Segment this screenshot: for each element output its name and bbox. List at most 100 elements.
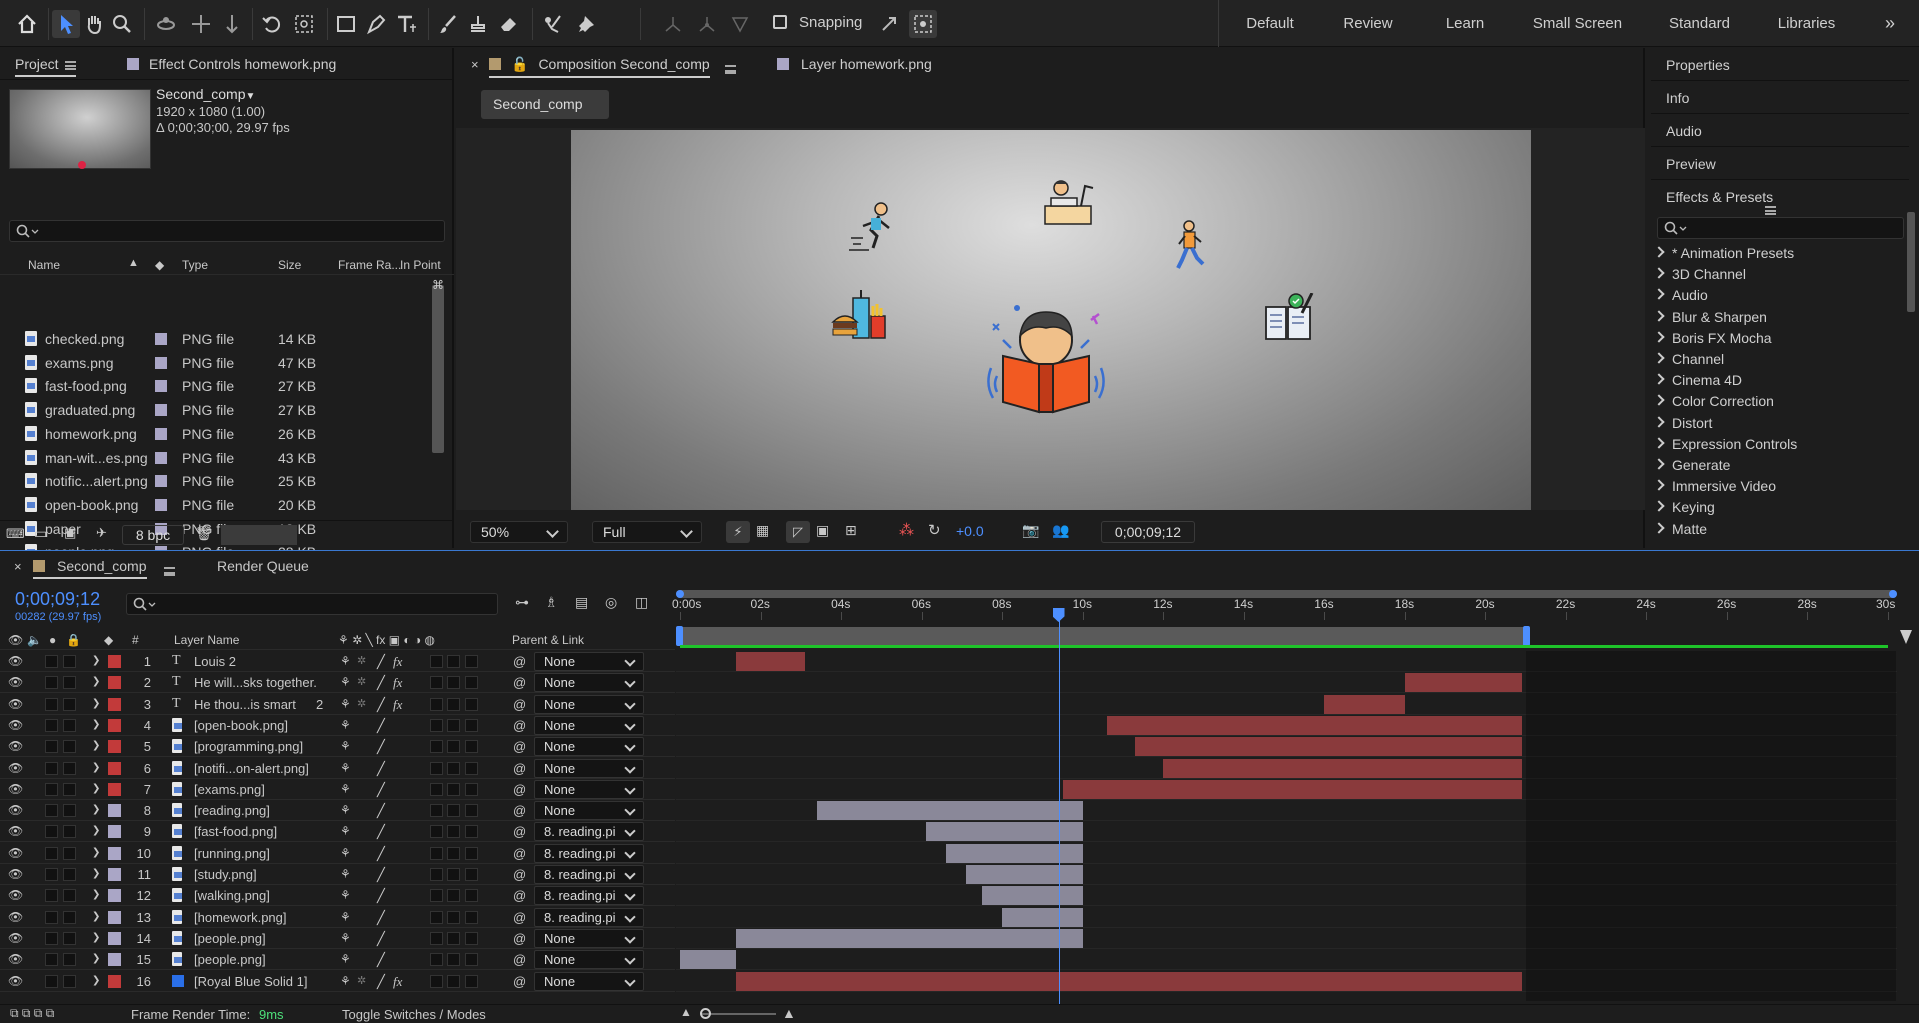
layer-duration-bar[interactable]	[736, 652, 805, 671]
solo-toggle[interactable]	[45, 953, 58, 967]
lock-toggle[interactable]	[63, 697, 76, 711]
dolly-camera-icon[interactable]	[218, 10, 246, 38]
adjustment-switch[interactable]	[447, 740, 460, 754]
adjustment-switch[interactable]	[447, 782, 460, 796]
parent-dropdown[interactable]: 8. reading.pi	[534, 843, 644, 863]
axis-world-icon[interactable]	[693, 10, 721, 38]
work-area-bar[interactable]	[680, 627, 1526, 645]
solo-toggle[interactable]	[45, 782, 58, 796]
layer-name[interactable]: [reading.png]	[194, 803, 270, 818]
tab-composition[interactable]: 🔓 Composition Second_comp	[489, 56, 710, 78]
shy-layers-icon[interactable]: ▤	[575, 594, 588, 611]
comp-breadcrumb[interactable]: Second_comp	[481, 90, 609, 119]
workspace-learn[interactable]: Learn	[1420, 0, 1510, 47]
col-in-point[interactable]: In Point	[400, 258, 441, 272]
expand-chevron-icon[interactable]: ❯	[92, 868, 100, 879]
motion-blur-switch[interactable]	[430, 676, 443, 690]
lock-toggle[interactable]	[63, 655, 76, 668]
3d-switch[interactable]	[465, 718, 478, 732]
parent-dropdown[interactable]: None	[534, 758, 644, 778]
adjustment-switch[interactable]	[447, 655, 460, 668]
zoom-in-icon[interactable]: ▲	[782, 1005, 796, 1021]
layer-label-swatch[interactable]	[108, 655, 121, 668]
shy-switch-icon[interactable]: ⚘	[340, 675, 351, 689]
3d-switch[interactable]	[465, 868, 478, 881]
adjustment-switch[interactable]	[447, 846, 460, 860]
parent-dropdown[interactable]: None	[534, 779, 644, 799]
lock-toggle[interactable]	[63, 761, 76, 775]
pick-whip-icon[interactable]: @	[513, 931, 526, 946]
layer-duration-bar[interactable]	[736, 928, 1083, 948]
color-channels-icon[interactable]: ⁂	[899, 521, 914, 539]
layer-label-swatch[interactable]	[108, 718, 121, 732]
effects-category[interactable]: Audio	[1655, 287, 1708, 303]
homework-icon[interactable]	[1264, 293, 1314, 341]
show-snapshot-icon[interactable]: 👥	[1052, 522, 1069, 539]
lock-toggle[interactable]	[63, 825, 76, 839]
expand-chevron-icon[interactable]: ❯	[92, 804, 100, 815]
snapshot-icon[interactable]: 📷	[1022, 522, 1039, 539]
video-toggle-icon[interactable]: 👁	[8, 633, 23, 647]
layer-label-swatch[interactable]	[108, 931, 121, 945]
eye-icon[interactable]: 👁	[8, 931, 23, 945]
comp-panel-menu-icon[interactable]	[725, 65, 736, 75]
orbit-camera-icon[interactable]	[152, 10, 180, 38]
solo-toggle[interactable]	[45, 910, 58, 924]
shy-switch-icon[interactable]: ⚘	[340, 739, 351, 753]
fast-food-icon[interactable]	[831, 290, 887, 342]
layer-row[interactable]: 👁 ❯ 13 [homework.png] ⚘ ╱ @ 8. reading.p…	[0, 907, 675, 928]
zoom-icon[interactable]	[108, 10, 136, 38]
3d-switch[interactable]	[465, 782, 478, 796]
layer-duration-bar[interactable]	[680, 950, 737, 970]
lock-toggle[interactable]	[63, 718, 76, 732]
layer-name[interactable]: He thou...is smart	[194, 697, 296, 712]
adjustment-switch[interactable]	[447, 761, 460, 775]
effects-category[interactable]: Cinema 4D	[1655, 372, 1742, 388]
3d-switch[interactable]	[465, 953, 478, 967]
quality-switch-icon[interactable]: ╱	[377, 803, 385, 819]
layer-label-swatch[interactable]	[108, 782, 121, 796]
lock-icon[interactable]: 🔓	[511, 56, 528, 72]
layer-name[interactable]: [exams.png]	[194, 782, 265, 797]
motion-blur-icon[interactable]: ◎	[605, 594, 617, 611]
current-timecode[interactable]: 0;00;09;12	[15, 589, 100, 610]
motion-blur-switch[interactable]	[430, 868, 443, 881]
solo-toggle[interactable]	[45, 804, 58, 818]
layer-label-swatch[interactable]	[108, 868, 121, 881]
solo-toggle[interactable]	[45, 740, 58, 754]
motion-blur-switch[interactable]	[430, 655, 443, 668]
comp-name-dropdown[interactable]: Second_comp▼	[156, 86, 255, 102]
adjustment-switch[interactable]	[447, 718, 460, 732]
3d-switch[interactable]	[465, 910, 478, 924]
solo-toggle[interactable]	[45, 868, 58, 881]
layer-duration-bar[interactable]	[1106, 715, 1522, 735]
col-parent-link[interactable]: Parent & Link	[512, 633, 584, 647]
layer-row[interactable]: 👁 ❯ 12 [walking.png] ⚘ ╱ @ 8. reading.pi	[0, 885, 675, 907]
3d-switch[interactable]	[465, 676, 478, 690]
solo-toggle[interactable]	[45, 825, 58, 839]
layer-row[interactable]: 👁 ❯ 10 [running.png] ⚘ ╱ @ 8. reading.pi	[0, 843, 675, 864]
layer-duration-bar[interactable]	[965, 865, 1083, 884]
shy-switch-icon[interactable]: ⚘	[340, 824, 351, 838]
quality-switch-icon[interactable]: ╱	[377, 675, 385, 691]
panel-menu-icon[interactable]	[64, 60, 76, 70]
effects-category[interactable]: Immersive Video	[1655, 478, 1776, 494]
shy-switch-icon[interactable]: ⚘	[340, 952, 351, 966]
layer-name[interactable]: [study.png]	[194, 867, 257, 882]
shy-switch-icon[interactable]: ⚘	[340, 782, 351, 796]
parent-dropdown[interactable]: None	[534, 928, 644, 948]
snap-feather-icon[interactable]	[875, 10, 903, 38]
snapping-checkbox[interactable]	[773, 15, 787, 29]
expand-chevron-icon[interactable]: ❯	[92, 740, 100, 751]
eye-icon[interactable]: 👁	[8, 824, 23, 838]
bit-depth-button[interactable]: 8 bpc	[122, 525, 184, 545]
quality-switch-icon[interactable]: ╱	[377, 846, 385, 862]
expand-chevron-icon[interactable]: ❯	[92, 847, 100, 858]
layer-row[interactable]: 👁 ❯ 6 [notifi...on-alert.png] ⚘ ╱ @ None	[0, 758, 675, 779]
layer-label-swatch[interactable]	[108, 825, 121, 839]
layer-name[interactable]: He will...sks together.	[194, 675, 317, 690]
layer-duration-bar[interactable]	[1062, 779, 1522, 799]
zoom-out-icon[interactable]: ▲	[680, 1005, 692, 1019]
lock-toggle[interactable]	[63, 846, 76, 860]
layer-duration-bar[interactable]	[1163, 758, 1522, 778]
